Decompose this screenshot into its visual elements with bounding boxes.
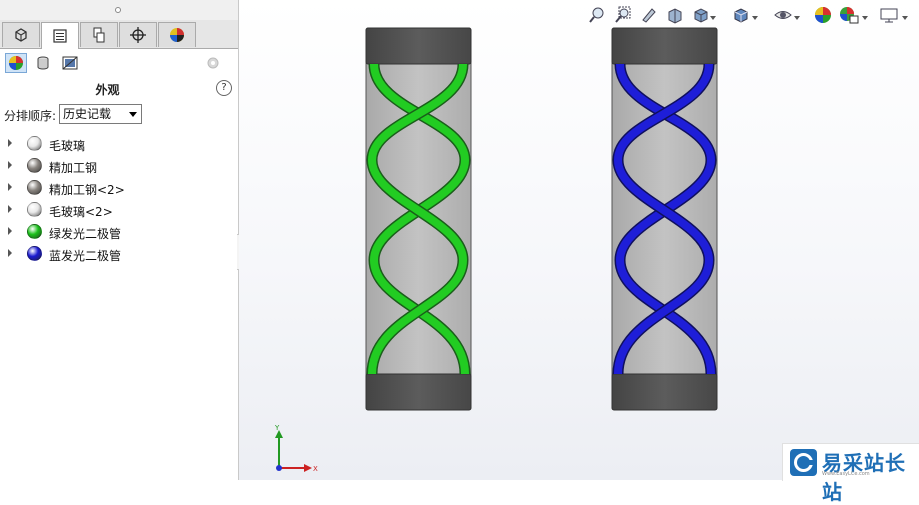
feature-manager-icon — [15, 28, 27, 42]
settings-subtab[interactable] — [202, 53, 224, 73]
appearance-item[interactable]: 精加工钢 — [4, 156, 224, 176]
appearance-swatch-icon — [27, 246, 42, 261]
apply-scene-button[interactable] — [838, 4, 860, 26]
expand-arrow-icon[interactable] — [8, 205, 12, 213]
appearance-item[interactable]: 绿发光二极管 — [4, 222, 224, 242]
appearance-swatch-icon — [27, 158, 42, 173]
reference-triad: Y X — [274, 424, 318, 473]
appearance-label: 精加工钢 — [49, 161, 98, 175]
grip-dot — [115, 7, 121, 13]
chevron-down-icon[interactable] — [752, 16, 758, 20]
zoom-to-fit-icon — [589, 7, 604, 23]
graphics-area[interactable] — [239, 0, 919, 480]
appearance-label: 毛玻璃 — [49, 139, 86, 153]
section-view-icon — [668, 8, 682, 24]
appearance-label: 精加工钢<2> — [49, 183, 125, 197]
appearance-panel: 外观 ? 分排顺序: 历史记载 毛玻璃精加工钢精加工钢<2> 毛玻璃<2> 绿发光二… — [0, 0, 239, 480]
property-manager-icon — [53, 29, 67, 43]
settings-gear-icon — [207, 57, 219, 69]
display-style-button[interactable] — [730, 4, 752, 26]
appearances-icon — [9, 56, 23, 70]
watermark-subtext: Www.EasyLCe.com — [822, 471, 870, 477]
panel-title: 外观 — [95, 83, 120, 97]
chevron-down-icon[interactable] — [794, 16, 800, 20]
view-settings-button[interactable] — [878, 4, 900, 26]
appearance-item[interactable]: 毛玻璃 — [4, 134, 224, 154]
view-orientation-button[interactable] — [690, 4, 712, 26]
apply-scene-icon — [840, 7, 859, 24]
triad-x-label: X — [313, 465, 318, 473]
previous-view-icon — [642, 8, 656, 23]
previous-view-button[interactable] — [638, 4, 660, 26]
appearance-label: 绿发光二极管 — [49, 227, 122, 241]
appearance-item[interactable]: 毛玻璃<2> — [4, 200, 224, 220]
configuration-manager-icon — [93, 27, 105, 43]
scenes-icon — [62, 56, 78, 70]
sort-order-label: 分排顺序: — [4, 109, 57, 123]
expand-arrow-icon[interactable] — [8, 227, 12, 235]
green-led-tube[interactable] — [365, 27, 472, 411]
triad-y-label: Y — [274, 424, 280, 432]
watermark-logo — [790, 449, 817, 476]
expand-arrow-icon[interactable] — [8, 139, 12, 147]
decals-subtab[interactable] — [32, 53, 54, 73]
chevron-down-icon[interactable] — [710, 16, 716, 20]
appearance-swatch-icon — [27, 224, 42, 239]
decals-icon — [37, 56, 49, 70]
help-button[interactable]: ? — [216, 80, 232, 96]
expand-arrow-icon[interactable] — [8, 249, 12, 257]
chevron-down-icon[interactable] — [902, 16, 908, 20]
hide-show-button[interactable] — [772, 4, 794, 26]
tab-display-manager[interactable] — [158, 22, 196, 47]
appearance-label: 蓝发光二极管 — [49, 249, 122, 263]
zoom-to-area-button[interactable] — [612, 4, 634, 26]
view-orientation-icon — [694, 8, 708, 23]
zoom-to-fit-button[interactable] — [586, 4, 608, 26]
manager-tabs — [0, 20, 238, 49]
chevron-down-icon[interactable] — [862, 16, 868, 20]
bottom-steel-cap — [365, 373, 472, 411]
expand-arrow-icon[interactable] — [8, 161, 12, 169]
appearances-subtab[interactable] — [5, 53, 27, 73]
appearance-swatch-icon — [27, 136, 42, 151]
chevron-down-icon — [129, 112, 137, 117]
appearance-swatch-icon — [27, 180, 42, 195]
dimxpert-manager-icon — [130, 27, 146, 43]
appearance-label: 毛玻璃<2> — [49, 205, 113, 219]
display-style-icon — [734, 8, 748, 23]
appearance-swatch-icon — [27, 202, 42, 217]
tab-property-manager[interactable] — [41, 22, 79, 49]
display-manager-icon — [170, 28, 184, 42]
top-steel-cap — [611, 27, 718, 65]
tab-dimxpert-manager[interactable] — [119, 22, 157, 47]
panel-grip[interactable] — [0, 0, 238, 20]
watermark: 易采站长站 Www.EasyLCe.com — [782, 443, 919, 504]
sort-order-value: 历史记载 — [63, 107, 112, 121]
appearance-item[interactable]: 蓝发光二极管 — [4, 244, 224, 264]
appearance-item[interactable]: 精加工钢<2> — [4, 178, 224, 198]
bottom-steel-cap — [611, 373, 718, 411]
edit-appearance-button[interactable] — [812, 4, 834, 26]
edit-appearance-icon — [815, 7, 831, 23]
sort-order-select[interactable]: 历史记载 — [59, 104, 142, 124]
blue-led-tube[interactable] — [611, 27, 718, 411]
expand-arrow-icon[interactable] — [8, 183, 12, 191]
section-view-button[interactable] — [664, 4, 686, 26]
scenes-subtab[interactable] — [59, 53, 81, 73]
tab-configuration-manager[interactable] — [80, 22, 118, 47]
top-steel-cap — [365, 27, 472, 65]
zoom-to-area-icon — [615, 6, 631, 23]
model-view — [365, 27, 718, 411]
site-logo-icon — [794, 453, 813, 472]
view-settings-icon — [880, 8, 898, 23]
hide-show-icon — [774, 11, 792, 19]
tab-feature-manager[interactable] — [2, 22, 40, 47]
